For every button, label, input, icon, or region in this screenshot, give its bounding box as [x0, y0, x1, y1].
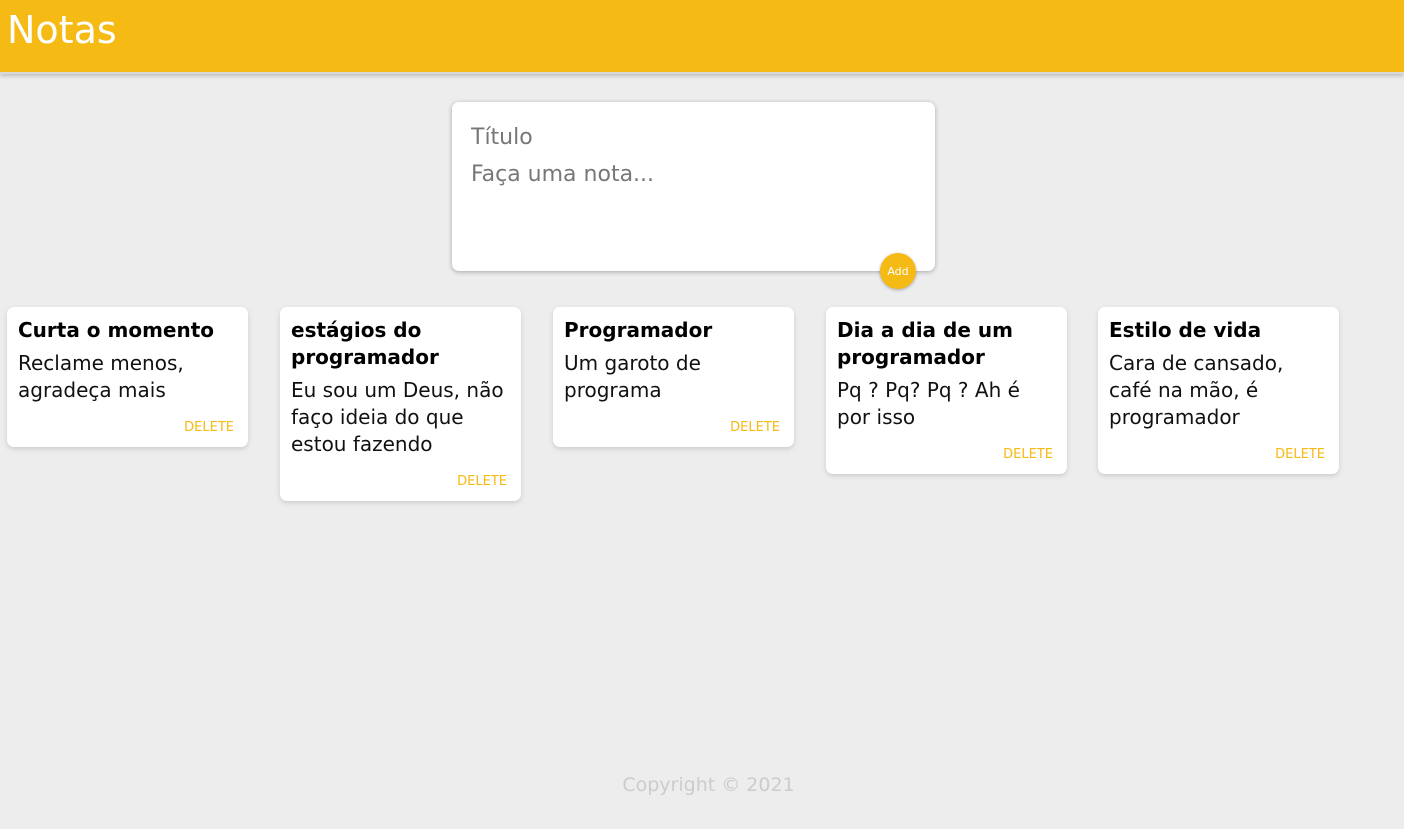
delete-note-button[interactable]: DELETE	[184, 420, 234, 435]
app-header: Notas	[0, 0, 1404, 74]
note-title: Estilo de vida	[1109, 318, 1262, 342]
add-note-button[interactable]: Add	[880, 253, 916, 289]
create-note-form	[452, 102, 935, 271]
note-title: Dia a dia de um programador	[837, 318, 1013, 369]
note-content-input[interactable]	[471, 160, 911, 240]
app-title: Notas	[7, 8, 117, 52]
note-title: estágios do programador	[291, 318, 439, 369]
delete-note-button[interactable]: DELETE	[457, 474, 507, 489]
note-card: Curta o momento Reclame menos, agradeça …	[7, 307, 248, 447]
note-content: Um garoto de programa	[564, 351, 701, 402]
note-content: Reclame menos, agradeça mais	[18, 351, 184, 402]
copyright-text: Copyright © 2021	[622, 774, 795, 796]
delete-note-button[interactable]: DELETE	[1275, 447, 1325, 462]
note-card: Dia a dia de um programador Pq ? Pq? Pq …	[826, 307, 1067, 474]
note-card: Estilo de vida Cara de cansado, café na …	[1098, 307, 1339, 474]
note-title: Programador	[564, 318, 713, 342]
note-content: Pq ? Pq? Pq ? Ah é por isso	[837, 378, 1020, 429]
note-content: Cara de cansado, café na mão, é programa…	[1109, 351, 1284, 429]
delete-note-button[interactable]: DELETE	[1003, 447, 1053, 462]
page-footer: Copyright © 2021	[0, 774, 1404, 796]
note-title: Curta o momento	[18, 318, 215, 342]
note-content: Eu sou um Deus, não faço ideia do que es…	[291, 378, 504, 456]
delete-note-button[interactable]: DELETE	[730, 420, 780, 435]
note-card: estágios do programador Eu sou um Deus, …	[280, 307, 521, 501]
note-title-input[interactable]	[471, 122, 911, 152]
note-card: Programador Um garoto de programa DELETE	[553, 307, 794, 447]
